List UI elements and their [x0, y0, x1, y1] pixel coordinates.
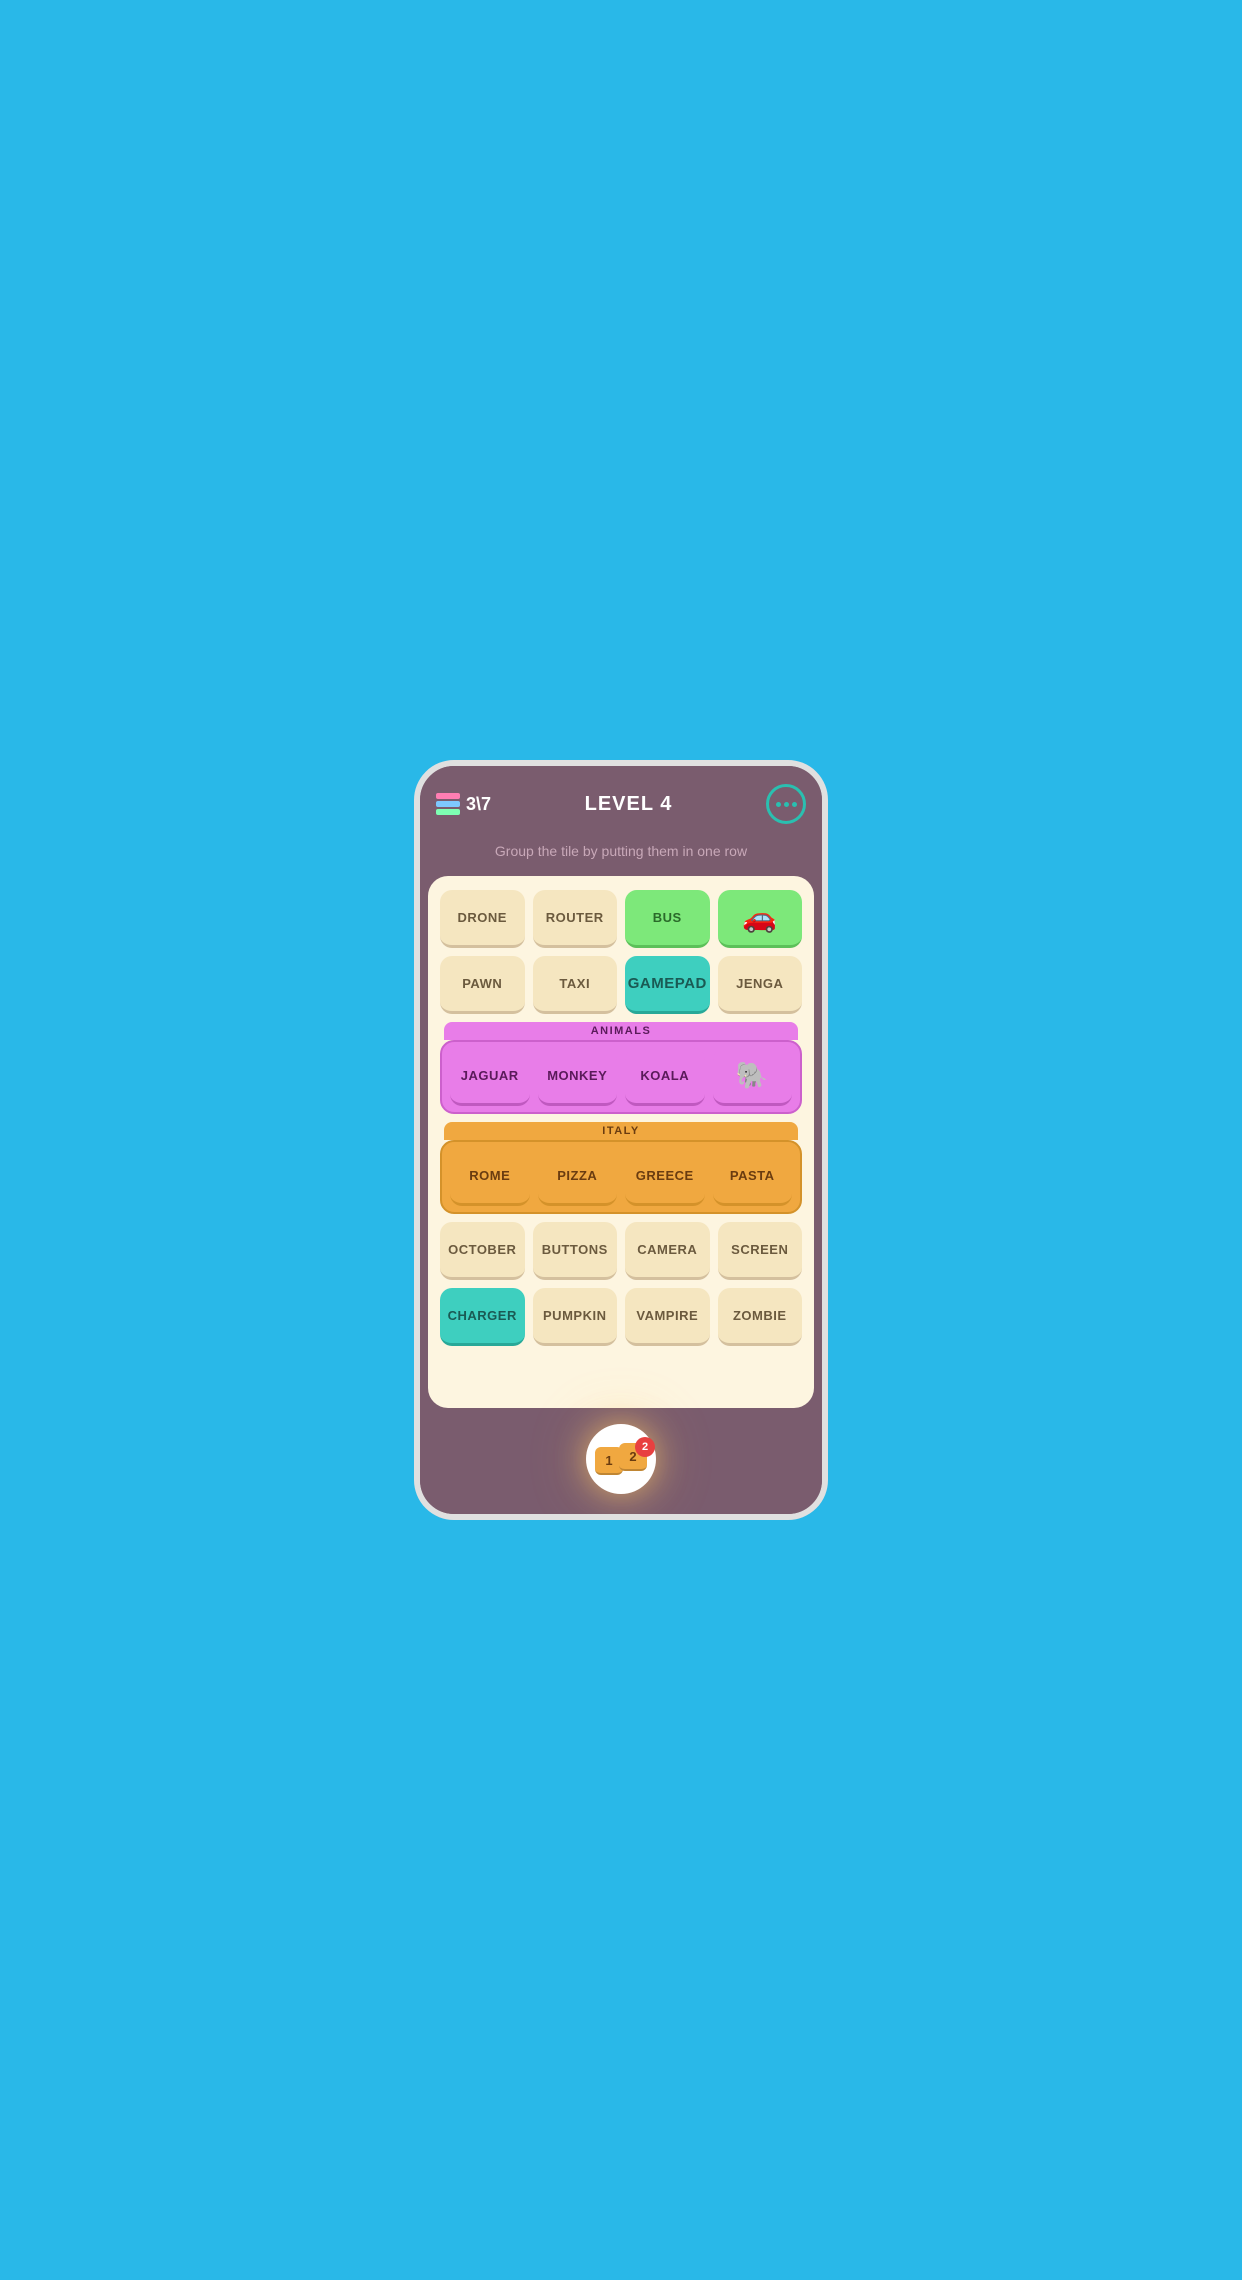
- tile-buttons[interactable]: BUTTONS: [533, 1222, 618, 1280]
- three-dots-icon: [776, 802, 797, 807]
- tile-vampire[interactable]: VAMPIRE: [625, 1288, 710, 1346]
- tile-jenga[interactable]: JENGA: [718, 956, 803, 1014]
- tile-pizza[interactable]: PIZZA: [538, 1148, 618, 1206]
- tile-elephant[interactable]: 🐘: [713, 1048, 793, 1106]
- italy-group: ITALY ROME PIZZA GREECE PASTA: [440, 1122, 802, 1214]
- animals-row: JAGUAR MONKEY KOALA 🐘: [440, 1040, 802, 1114]
- tile-screen[interactable]: SCREEN: [718, 1222, 803, 1280]
- level-title: LEVEL 4: [585, 793, 673, 816]
- animals-label: ANIMALS: [444, 1022, 798, 1040]
- italy-row: ROME PIZZA GREECE PASTA: [440, 1140, 802, 1214]
- tile-rome[interactable]: ROME: [450, 1148, 530, 1206]
- tile-jaguar[interactable]: JAGUAR: [450, 1048, 530, 1106]
- tile-charger[interactable]: CHARGER: [440, 1288, 525, 1346]
- tile-pasta[interactable]: PASTA: [713, 1148, 793, 1206]
- hint-button[interactable]: 1 2 2: [586, 1424, 656, 1494]
- header: 3\7 LEVEL 4: [420, 766, 822, 838]
- tile-camera[interactable]: CAMERA: [625, 1222, 710, 1280]
- tile-koala[interactable]: KOALA: [625, 1048, 705, 1106]
- tile-taxi[interactable]: TAXI: [533, 956, 618, 1014]
- italy-label: ITALY: [444, 1122, 798, 1140]
- tile-bus[interactable]: BUS: [625, 890, 710, 948]
- tile-row-5: OCTOBER BUTTONS CAMERA SCREEN: [440, 1222, 802, 1280]
- tile-row-2: PAWN TAXI GAMEPAD JENGA: [440, 956, 802, 1014]
- tile-gamepad[interactable]: GAMEPAD: [625, 956, 710, 1014]
- subtitle: Group the tile by putting them in one ro…: [420, 838, 822, 876]
- tile-row-1: DRONE ROUTER BUS 🚗: [440, 890, 802, 948]
- tile-monkey[interactable]: MONKEY: [538, 1048, 618, 1106]
- menu-button[interactable]: [766, 784, 806, 824]
- tile-october[interactable]: OCTOBER: [440, 1222, 525, 1280]
- score-badge: 3\7: [436, 793, 491, 815]
- hint-tiles-icon: 1 2 2: [595, 1443, 647, 1475]
- tile-router[interactable]: ROUTER: [533, 890, 618, 948]
- phone-frame: 3\7 LEVEL 4 Group the tile by putting th…: [414, 760, 828, 1520]
- bottom-area: 1 2 2: [420, 1408, 822, 1514]
- hint-count-badge: 2: [635, 1437, 655, 1457]
- tile-zombie[interactable]: ZOMBIE: [718, 1288, 803, 1346]
- tile-greece[interactable]: GREECE: [625, 1148, 705, 1206]
- tile-pawn[interactable]: PAWN: [440, 956, 525, 1014]
- game-area: DRONE ROUTER BUS 🚗 PAWN TAXI GAMEPAD JEN…: [428, 876, 814, 1408]
- layers-icon: [436, 793, 460, 815]
- tile-car[interactable]: 🚗: [718, 890, 803, 948]
- tile-pumpkin[interactable]: PUMPKIN: [533, 1288, 618, 1346]
- tile-drone[interactable]: DRONE: [440, 890, 525, 948]
- animals-group: ANIMALS JAGUAR MONKEY KOALA 🐘: [440, 1022, 802, 1114]
- score-text: 3\7: [466, 794, 491, 815]
- tile-row-6: CHARGER PUMPKIN VAMPIRE ZOMBIE: [440, 1288, 802, 1346]
